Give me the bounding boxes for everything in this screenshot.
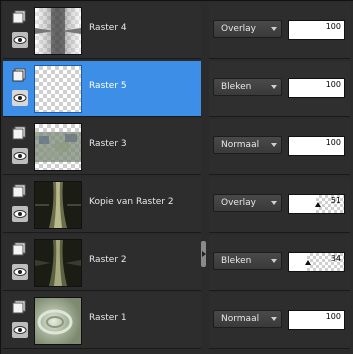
blend-mode-label: Overlay — [221, 24, 256, 34]
eye-icon[interactable] — [12, 264, 28, 280]
chevron-down-icon — [271, 85, 277, 89]
blend-mode-select[interactable]: Bleken — [213, 252, 282, 270]
layer-row-right: Overlay 51 — [209, 177, 350, 233]
opacity-value: 100 — [325, 80, 341, 89]
layers-panel: Raster 4 Overlay 100 Raster 5 Bleken 100… — [0, 0, 353, 354]
blend-mode-select[interactable]: Overlay — [213, 20, 282, 38]
blend-mode-label: Bleken — [221, 256, 252, 266]
blend-mode-select[interactable]: Bleken — [213, 78, 282, 96]
layer-name: Raster 2 — [89, 255, 127, 265]
layer-thumbnail — [34, 239, 82, 287]
eye-icon[interactable] — [12, 32, 28, 48]
layer-icon — [12, 10, 26, 24]
blend-mode-select[interactable]: Overlay — [213, 194, 282, 212]
opacity-marker[interactable] — [305, 260, 311, 265]
layer-row-raster-5[interactable]: Raster 5 Bleken 100 — [3, 61, 350, 117]
opacity-value: 51 — [330, 196, 341, 205]
layer-thumbnail — [34, 7, 82, 55]
layer-row-raster-4[interactable]: Raster 4 Overlay 100 — [3, 3, 350, 59]
layer-row-raster-2[interactable]: Raster 2 Bleken 34 — [3, 235, 350, 291]
splitter-arrow-icon — [202, 251, 206, 257]
layer-row-left[interactable]: Raster 1 — [3, 293, 201, 349]
chevron-down-icon — [271, 143, 277, 147]
eye-icon[interactable] — [12, 322, 28, 338]
opacity-value: 100 — [325, 138, 341, 147]
opacity-slider[interactable]: 100 — [288, 78, 345, 98]
layer-name: Raster 1 — [89, 313, 127, 323]
chevron-down-icon — [271, 201, 277, 205]
layer-name: Raster 4 — [89, 23, 127, 33]
chevron-down-icon — [271, 259, 277, 263]
layer-name: Raster 5 — [89, 81, 127, 91]
opacity-slider[interactable]: 100 — [288, 20, 345, 40]
opacity-marker[interactable] — [315, 202, 321, 207]
layer-row-left[interactable]: Raster 4 — [3, 3, 201, 59]
chevron-down-icon — [271, 317, 277, 321]
layer-row-kopie-van-raster-2[interactable]: Kopie van Raster 2 Overlay 51 — [3, 177, 350, 233]
layer-thumbnail — [34, 123, 82, 171]
blend-mode-select[interactable]: Normaal — [213, 310, 282, 328]
layer-row-right: Bleken 100 — [209, 61, 350, 117]
blend-mode-label: Overlay — [221, 198, 256, 208]
layer-thumbnail — [34, 181, 82, 229]
layer-row-raster-1[interactable]: Raster 1 Normaal 100 — [3, 293, 350, 349]
opacity-slider[interactable]: 100 — [288, 136, 345, 156]
eye-icon[interactable] — [12, 148, 28, 164]
layer-icon — [12, 300, 26, 314]
opacity-value: 100 — [325, 312, 341, 321]
layer-icon — [12, 242, 26, 256]
layer-row-left[interactable]: Kopie van Raster 2 — [3, 177, 201, 233]
eye-icon[interactable] — [12, 206, 28, 222]
layer-icon — [12, 184, 26, 198]
layer-name: Raster 3 — [89, 139, 127, 149]
opacity-slider[interactable]: 100 — [288, 310, 345, 330]
layer-row-left[interactable]: Raster 5 — [3, 61, 201, 117]
opacity-slider[interactable]: 51 — [288, 194, 345, 214]
blend-mode-label: Normaal — [221, 314, 260, 324]
opacity-value: 34 — [330, 254, 341, 263]
blend-mode-label: Bleken — [221, 82, 252, 92]
layer-row-right: Overlay 100 — [209, 3, 350, 59]
opacity-slider[interactable]: 34 — [288, 252, 345, 272]
eye-icon[interactable] — [12, 90, 28, 106]
chevron-down-icon — [271, 27, 277, 31]
opacity-value: 100 — [325, 22, 341, 31]
layer-row-left[interactable]: Raster 2 — [3, 235, 201, 291]
layer-row-raster-3[interactable]: Raster 3 Normaal 100 — [3, 119, 350, 175]
layer-row-left[interactable]: Raster 3 — [3, 119, 201, 175]
layer-icon — [12, 68, 26, 82]
layer-thumbnail — [34, 65, 82, 113]
layer-thumbnail — [34, 297, 82, 345]
blend-mode-label: Normaal — [221, 140, 260, 150]
layer-icon — [12, 126, 26, 140]
layer-row-right: Bleken 34 — [209, 235, 350, 291]
layer-row-right: Normaal 100 — [209, 293, 350, 349]
layer-row-right: Normaal 100 — [209, 119, 350, 175]
blend-mode-select[interactable]: Normaal — [213, 136, 282, 154]
layer-name: Kopie van Raster 2 — [89, 197, 174, 207]
